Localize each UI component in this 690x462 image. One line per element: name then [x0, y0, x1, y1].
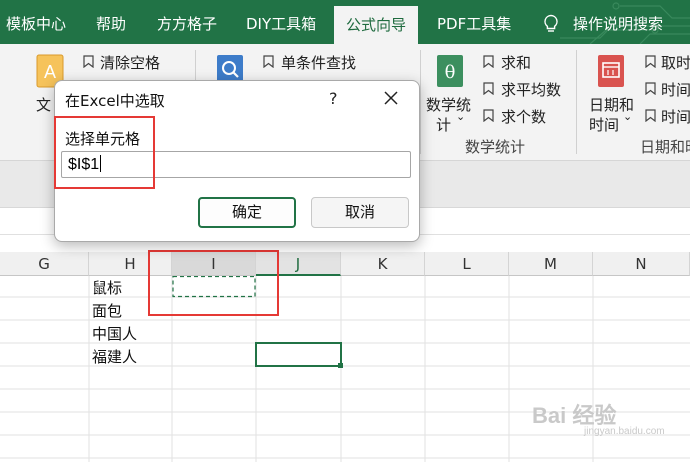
column-header-g[interactable]: G: [0, 252, 89, 276]
svg-text:A: A: [44, 62, 56, 82]
theta-formula-icon: θ: [437, 55, 463, 87]
time-button[interactable]: 时间: [661, 79, 690, 100]
tab-help[interactable]: 帮助: [96, 0, 126, 44]
dialog-help-button[interactable]: ?: [329, 89, 338, 108]
lightbulb-icon: [544, 14, 558, 32]
clear-spaces-button[interactable]: 清除空格: [100, 52, 160, 73]
column-header-l[interactable]: L: [425, 252, 509, 276]
tab-fangfang-gezi[interactable]: 方方格子: [157, 0, 217, 44]
bookmark-icon: [483, 82, 494, 95]
column-header-m[interactable]: M: [509, 252, 593, 276]
math-stats-label-line2[interactable]: 计: [436, 114, 451, 135]
time-button-2[interactable]: 时间: [661, 106, 690, 127]
ribbon-separator: [576, 50, 577, 154]
text-tool-label[interactable]: 文: [36, 94, 51, 115]
date-time-label-line2[interactable]: 时间: [589, 114, 619, 135]
date-time-group-label: 日期和时: [640, 138, 690, 156]
bookmark-icon: [83, 55, 94, 68]
cell-h1[interactable]: 鼠标: [89, 277, 122, 299]
tab-diy-toolbox[interactable]: DIY工具箱: [246, 0, 316, 44]
svg-text:θ: θ: [445, 62, 456, 83]
single-condition-lookup-button[interactable]: 单条件查找: [281, 52, 356, 73]
sum-button[interactable]: 求和: [501, 52, 531, 73]
cell-h3[interactable]: 中国人: [89, 323, 137, 345]
column-header-k[interactable]: K: [341, 252, 425, 276]
tab-pdf-tools[interactable]: PDF工具集: [437, 0, 511, 44]
bookmark-icon: [645, 55, 656, 68]
cell-h2[interactable]: 面包: [89, 300, 122, 322]
average-button[interactable]: 求平均数: [501, 79, 561, 100]
column-header-n[interactable]: N: [593, 252, 690, 276]
tab-template-center[interactable]: 模板中心: [6, 0, 66, 44]
dialog-title: 在Excel中选取: [65, 92, 165, 110]
bookmark-icon: [483, 109, 494, 122]
calendar-icon: [598, 55, 624, 87]
get-time-button[interactable]: 取时: [661, 52, 690, 73]
active-cell: [255, 342, 342, 367]
cell-h4[interactable]: 福建人: [89, 346, 137, 368]
math-stats-group-label: 数学统计: [465, 138, 526, 156]
count-button[interactable]: 求个数: [501, 106, 546, 127]
chevron-down-icon: ⌄: [456, 110, 466, 123]
chevron-down-icon: ⌄: [623, 110, 633, 123]
highlight-box-cell-i1: [148, 250, 279, 316]
ok-button[interactable]: 确定: [198, 197, 296, 228]
tab-formula-wizard[interactable]: 公式向导: [334, 6, 419, 44]
fill-handle: [338, 363, 343, 368]
bookmark-icon: [483, 55, 494, 68]
close-icon[interactable]: [383, 90, 399, 106]
highlight-box-input: [54, 116, 155, 189]
baidu-watermark-url: jingyan.baidu.com: [584, 426, 665, 437]
tab-search[interactable]: 操作说明搜索: [573, 0, 663, 44]
bookmark-icon: [645, 82, 656, 95]
ribbon-separator: [420, 50, 421, 154]
bookmark-icon: [263, 55, 274, 68]
bookmark-icon: [645, 109, 656, 122]
ribbon-tab-bar: 模板中心 帮助 方方格子 DIY工具箱 公式向导 PDF工具集 操作说明搜索: [0, 0, 690, 44]
cancel-button[interactable]: 取消: [311, 197, 409, 228]
